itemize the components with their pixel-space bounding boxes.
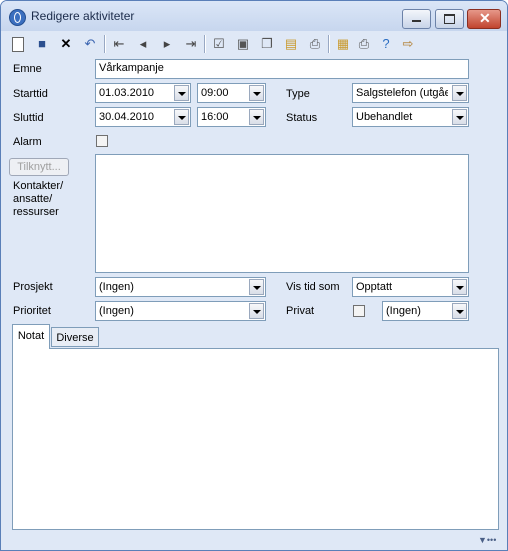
resize-grip-icon[interactable]: ▼•••: [478, 536, 498, 545]
status-label: Status: [286, 112, 318, 124]
chevron-down-icon[interactable]: [452, 279, 467, 295]
close-icon: ✕: [479, 10, 491, 26]
toolbar: ■ ✕ ↶ ⇤ ◂ ▸ ⇥ ☑ ▣ ❐ ▤ ⎙ ▦ ⎙ ? ⇨: [5, 32, 503, 56]
private-label: Privat: [286, 305, 315, 317]
contacts-label-line2: ansatte/: [13, 193, 53, 205]
notes-textarea[interactable]: [12, 348, 499, 530]
start-label: Starttid: [13, 88, 48, 100]
properties-icon[interactable]: ▦: [334, 35, 352, 53]
project-select[interactable]: (Ingen): [95, 277, 266, 297]
start-time-value: 09:00: [201, 87, 229, 99]
close-button[interactable]: ✕: [467, 9, 501, 29]
connect-button[interactable]: Tilknytt...: [9, 158, 69, 176]
last-record-icon[interactable]: ⇥: [182, 35, 200, 53]
undo-icon[interactable]: ↶: [81, 35, 99, 53]
mark-done-icon[interactable]: ☑: [210, 35, 228, 53]
status-select[interactable]: Ubehandlet: [352, 107, 469, 127]
type-value: Salgstelefon (utgående): [356, 87, 448, 99]
alarm-checkbox[interactable]: [96, 135, 108, 147]
priority-label: Prioritet: [13, 305, 51, 317]
start-date-value: 01.03.2010: [99, 87, 155, 99]
next-icon[interactable]: ▸: [158, 35, 176, 53]
card-icon[interactable]: ▣: [234, 35, 252, 53]
show-time-as-value: Opptatt: [356, 281, 393, 293]
end-time-select[interactable]: 16:00: [197, 107, 266, 127]
chevron-down-icon[interactable]: [174, 85, 189, 101]
end-date-value: 30.04.2010: [99, 111, 155, 123]
contacts-list[interactable]: [95, 154, 469, 273]
priority-select[interactable]: (Ingen): [95, 301, 266, 321]
alarm-label: Alarm: [13, 136, 42, 148]
private-value: (Ingen): [386, 305, 421, 317]
chevron-down-icon[interactable]: [249, 303, 264, 319]
delete-icon[interactable]: ✕: [57, 35, 75, 53]
show-time-as-label: Vis tid som: [286, 281, 340, 293]
app-icon: [9, 9, 26, 26]
new-icon[interactable]: [9, 35, 27, 53]
end-time-value: 16:00: [201, 111, 229, 123]
tab-notes[interactable]: Notat: [12, 324, 50, 349]
exit-icon[interactable]: ⇨: [399, 35, 417, 53]
toolbar-separator: [204, 35, 206, 53]
window-title: Redigere aktiviteter: [31, 9, 135, 23]
subject-input[interactable]: Vårkampanje: [95, 59, 469, 79]
minimize-button[interactable]: [402, 9, 431, 29]
status-value: Ubehandlet: [356, 111, 413, 123]
help-icon[interactable]: ?: [377, 35, 395, 53]
private-checkbox[interactable]: [353, 305, 365, 317]
tab-misc[interactable]: Diverse: [51, 327, 99, 347]
type-label: Type: [286, 88, 310, 100]
chevron-down-icon[interactable]: [452, 109, 467, 125]
chevron-down-icon[interactable]: [249, 85, 264, 101]
priority-value: (Ingen): [99, 305, 134, 317]
end-date-picker[interactable]: 30.04.2010: [95, 107, 191, 127]
chevron-down-icon[interactable]: [174, 109, 189, 125]
project-label: Prosjekt: [13, 281, 53, 293]
start-time-select[interactable]: 09:00: [197, 83, 266, 103]
maximize-button[interactable]: [435, 9, 464, 29]
chevron-down-icon[interactable]: [452, 303, 467, 319]
previous-icon[interactable]: ◂: [134, 35, 152, 53]
subject-label: Emne: [13, 63, 42, 75]
title-bar[interactable]: Redigere aktiviteter ✕: [1, 1, 507, 31]
private-select[interactable]: (Ingen): [382, 301, 469, 321]
toolbar-separator: [328, 35, 330, 53]
toolbar-separator: [104, 35, 106, 53]
edit-activity-window: Redigere aktiviteter ✕ ■ ✕ ↶ ⇤ ◂ ▸ ⇥ ☑ ▣…: [0, 0, 508, 551]
contacts-label-line1: Kontakter/: [13, 180, 64, 192]
show-time-as-select[interactable]: Opptatt: [352, 277, 469, 297]
chevron-down-icon[interactable]: [452, 85, 467, 101]
project-value: (Ingen): [99, 281, 134, 293]
minimize-icon: [412, 20, 421, 22]
first-record-icon[interactable]: ⇤: [110, 35, 128, 53]
maximize-icon: [444, 14, 455, 24]
print-setup-icon[interactable]: ⎙: [355, 35, 373, 53]
copy-icon[interactable]: ❐: [258, 35, 276, 53]
chevron-down-icon[interactable]: [249, 279, 264, 295]
chevron-down-icon[interactable]: [249, 109, 264, 125]
save-icon[interactable]: ■: [33, 35, 51, 53]
print-icon[interactable]: ⎙: [306, 35, 324, 53]
start-date-picker[interactable]: 01.03.2010: [95, 83, 191, 103]
contacts-label-line3: ressurser: [13, 206, 59, 218]
type-select[interactable]: Salgstelefon (utgående): [352, 83, 469, 103]
end-label: Sluttid: [13, 112, 44, 124]
paste-icon[interactable]: ▤: [282, 35, 300, 53]
